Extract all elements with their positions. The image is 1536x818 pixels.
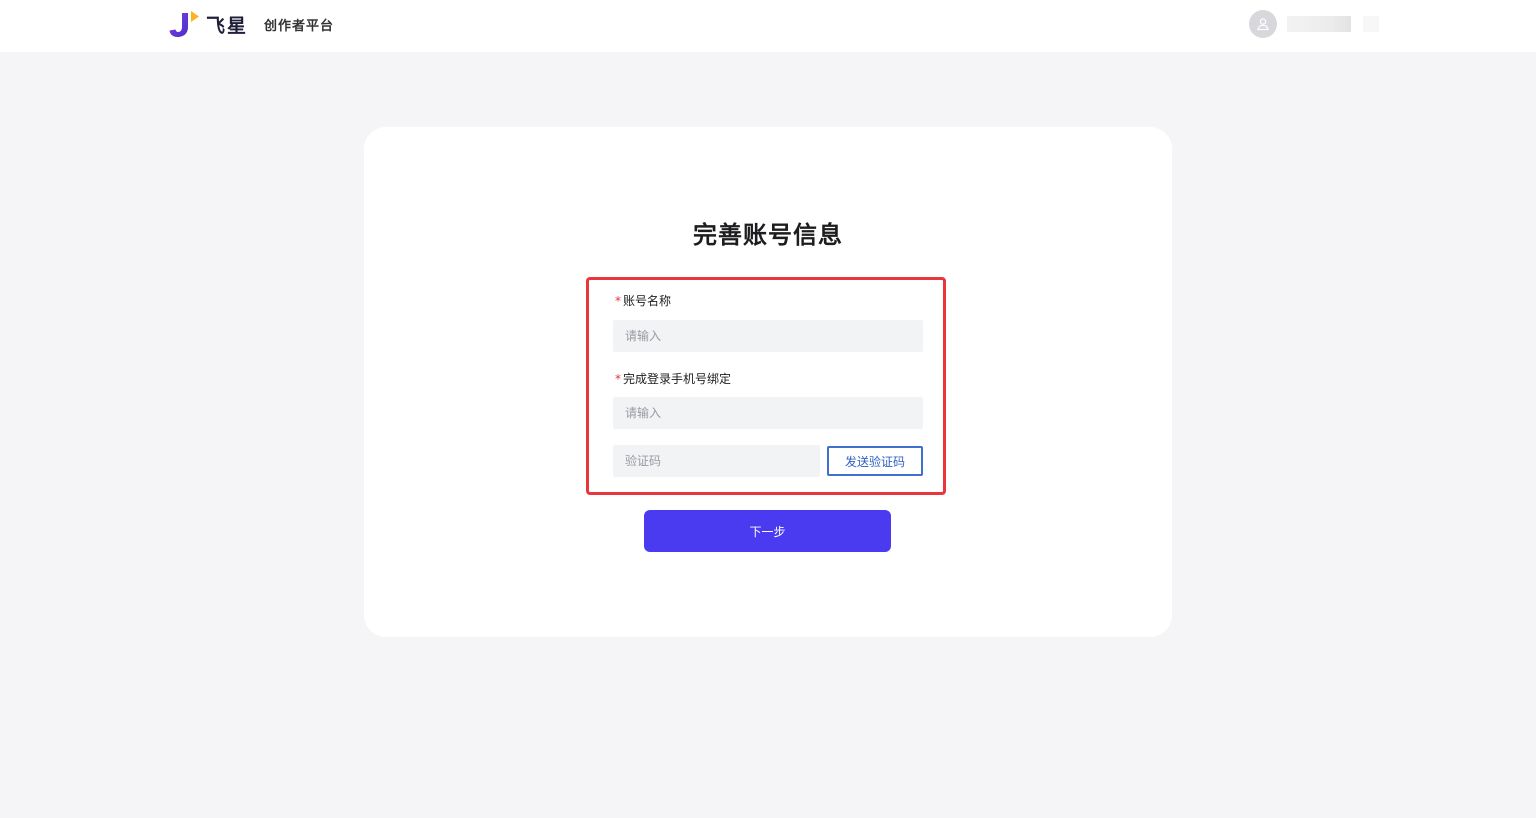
account-form-highlight: * 账号名称 * 完成登录手机号绑定 发送验证码 bbox=[586, 277, 946, 495]
next-step-button[interactable]: 下一步 bbox=[644, 510, 891, 552]
account-name-label-text: 账号名称 bbox=[623, 294, 672, 308]
phone-binding-label: * 完成登录手机号绑定 bbox=[615, 370, 731, 387]
verification-code-input[interactable] bbox=[613, 445, 820, 477]
brand-name: 飞星 bbox=[206, 14, 249, 37]
account-name-input[interactable] bbox=[613, 320, 923, 352]
top-header: 飞星 创作者平台 bbox=[0, 0, 1536, 52]
username-placeholder bbox=[1287, 16, 1351, 32]
required-mark: * bbox=[615, 293, 621, 308]
brand-subtitle: 创作者平台 bbox=[264, 18, 335, 34]
page-title: 完善账号信息 bbox=[693, 221, 843, 249]
account-name-label: * 账号名称 bbox=[615, 292, 671, 309]
phone-input[interactable] bbox=[613, 397, 923, 429]
feixing-logo-icon bbox=[169, 11, 199, 37]
avatar[interactable] bbox=[1249, 10, 1277, 38]
brand[interactable]: 飞星 创作者平台 bbox=[168, 8, 334, 40]
account-info-card: 完善账号信息 * 账号名称 * 完成登录手机号绑定 发送验证码 下一步 bbox=[364, 127, 1172, 637]
phone-binding-label-text: 完成登录手机号绑定 bbox=[623, 372, 732, 386]
required-mark: * bbox=[615, 371, 621, 386]
user-menu[interactable] bbox=[1249, 10, 1379, 38]
send-code-button[interactable]: 发送验证码 bbox=[827, 446, 923, 476]
user-extra-placeholder bbox=[1363, 16, 1379, 32]
user-icon bbox=[1257, 18, 1269, 31]
